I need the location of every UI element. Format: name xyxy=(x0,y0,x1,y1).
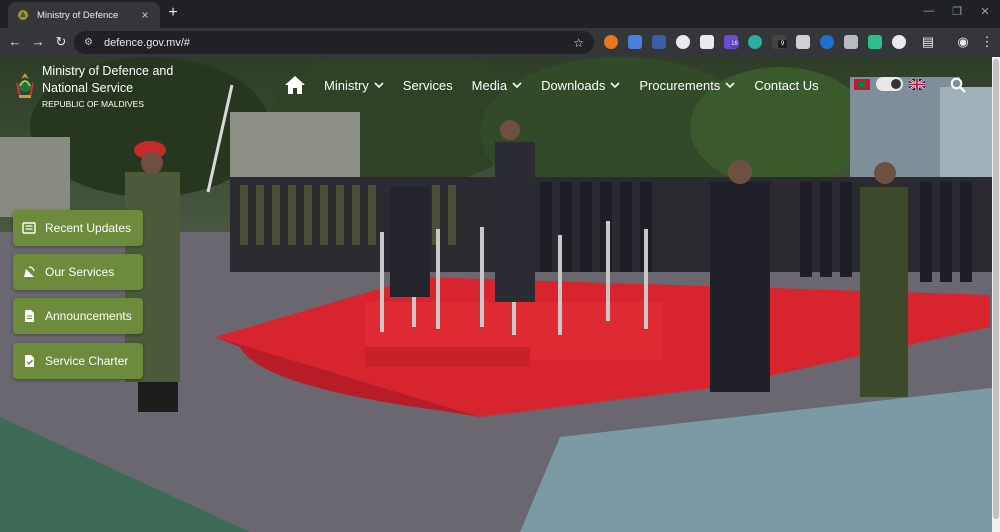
nav-item-label: Services xyxy=(402,77,453,93)
satellite-dish-icon xyxy=(24,266,35,277)
gear-extension-icon[interactable] xyxy=(796,35,810,49)
rainbow-extension-icon[interactable] xyxy=(748,35,762,49)
nav-item-services[interactable]: Services xyxy=(403,78,453,93)
search-icon[interactable] xyxy=(950,77,966,93)
file-check-icon xyxy=(25,355,34,367)
browser-toolbar: ← → ↻ ⚙ defence.gov.mv/# ☆ 16 9 ▤ ◉ ⋮ xyxy=(0,28,1000,57)
side-button-service-charter[interactable]: Service Charter xyxy=(13,343,143,379)
tab-close-icon[interactable]: × xyxy=(138,8,152,22)
maldives-flag-icon[interactable] xyxy=(854,78,870,90)
nav-item-label: Contact Us xyxy=(754,77,819,93)
square-extension-icon[interactable] xyxy=(820,35,834,49)
extensions-puzzle-icon[interactable] xyxy=(892,35,906,49)
reload-button[interactable]: ↻ xyxy=(53,34,69,50)
extension-badge: 16 xyxy=(730,40,739,48)
nav-item-label: Ministry xyxy=(324,77,369,93)
browser-menu-icon[interactable]: ⋮ xyxy=(979,34,995,50)
side-button-label: Our Services xyxy=(45,265,115,279)
close-window-button[interactable]: ✕ xyxy=(978,5,992,18)
nav-item-contact-us[interactable]: Contact Us xyxy=(754,78,818,93)
nav-item-downloads[interactable]: Downloads xyxy=(541,78,620,93)
main-nav: Ministry Services Media Downloads Procuremen… xyxy=(284,75,838,95)
scrollbar-thumb[interactable] xyxy=(993,59,999,519)
document-icon xyxy=(25,310,34,322)
side-button-label: Announcements xyxy=(45,309,132,323)
language-toggle[interactable] xyxy=(876,77,903,91)
bolt-extension-icon[interactable] xyxy=(868,35,882,49)
chevron-down-icon xyxy=(512,82,522,88)
avast-extension-icon[interactable] xyxy=(604,35,618,49)
nav-item-label: Procurements xyxy=(639,77,721,93)
org-name: Ministry of Defence and National Service xyxy=(42,64,174,95)
translate-extension-icon[interactable] xyxy=(628,35,642,49)
side-button-announcements[interactable]: Announcements xyxy=(13,298,143,334)
side-button-label: Recent Updates xyxy=(45,221,132,235)
hero-background-image xyxy=(0,57,1000,532)
webpage: Ministry of Defence and National Service… xyxy=(0,57,1000,532)
nav-item-ministry[interactable]: Ministry xyxy=(324,78,384,93)
extension-badge: 9 xyxy=(778,40,787,48)
chevron-down-icon xyxy=(725,82,735,88)
side-button-recent-updates[interactable]: Recent Updates xyxy=(13,210,143,246)
back-button[interactable]: ← xyxy=(7,34,23,50)
url-text[interactable]: defence.gov.mv/# xyxy=(104,37,573,49)
minimize-button[interactable]: — xyxy=(922,5,936,17)
clipboard-extension-icon[interactable] xyxy=(700,35,714,49)
site-brand[interactable]: Ministry of Defence and National Service… xyxy=(14,63,177,111)
bookmark-star-icon[interactable]: ☆ xyxy=(573,36,584,50)
uk-flag-icon[interactable] xyxy=(909,78,925,90)
side-button-our-services[interactable]: Our Services xyxy=(13,254,143,290)
tab-strip: Ministry of Defence × + — ❐ ✕ xyxy=(0,0,1000,28)
side-panel-icon[interactable]: ▤ xyxy=(920,34,936,50)
nav-item-procurements[interactable]: Procurements xyxy=(639,78,735,93)
nav-item-label: Media xyxy=(471,77,508,93)
browser-tab[interactable]: Ministry of Defence × xyxy=(8,2,160,28)
newspaper-icon xyxy=(22,222,36,234)
site-info-icon[interactable]: ⚙ xyxy=(84,37,96,49)
country-name: REPUBLIC OF MALDIVES xyxy=(42,99,145,109)
forward-button[interactable]: → xyxy=(30,34,46,50)
page-scrollbar[interactable] xyxy=(992,57,1000,532)
nav-item-label: Downloads xyxy=(541,77,606,93)
site-emblem-icon xyxy=(16,8,30,22)
nav-item-media[interactable]: Media xyxy=(472,78,522,93)
chevron-down-icon xyxy=(610,82,620,88)
maldives-emblem-icon xyxy=(16,73,34,98)
grid-extension-icon[interactable] xyxy=(676,35,690,49)
globe-extension-icon[interactable] xyxy=(844,35,858,49)
chevron-down-icon xyxy=(374,82,384,88)
new-tab-button[interactable]: + xyxy=(165,5,181,21)
language-switcher xyxy=(854,77,925,91)
tab-title: Ministry of Defence xyxy=(37,9,119,21)
home-icon[interactable] xyxy=(284,75,306,95)
maximize-button[interactable]: ❐ xyxy=(950,5,964,18)
profile-icon[interactable]: ◉ xyxy=(955,34,971,50)
shield-extension-icon[interactable] xyxy=(652,35,666,49)
side-button-label: Service Charter xyxy=(45,354,129,368)
address-bar[interactable]: ⚙ defence.gov.mv/# ☆ xyxy=(74,31,594,54)
